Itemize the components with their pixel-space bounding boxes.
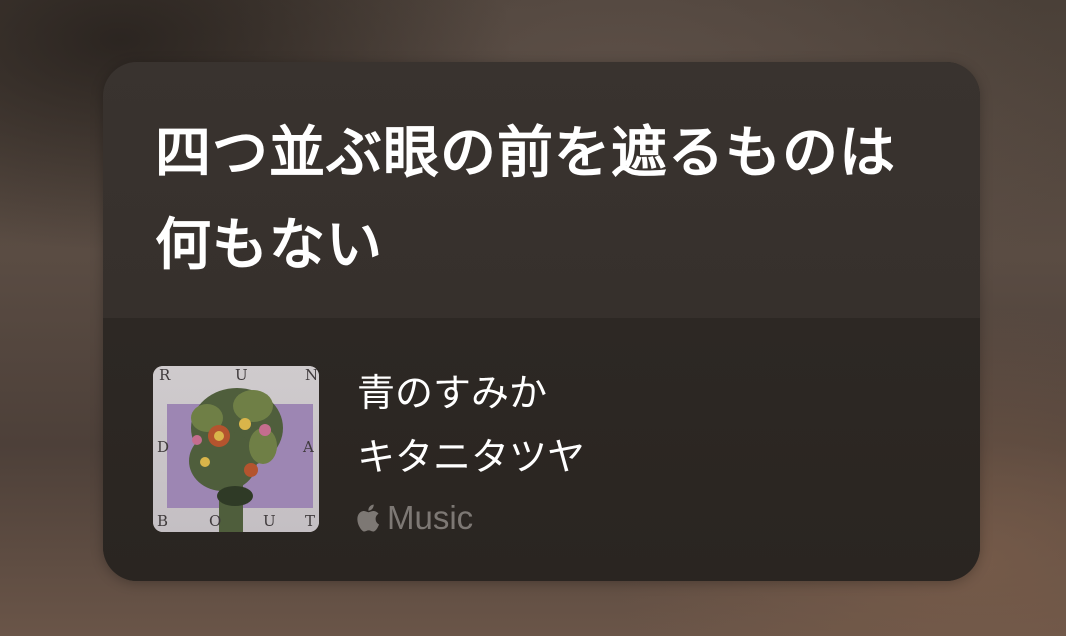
artwork-letter: T	[305, 512, 316, 530]
artwork-letter: R	[159, 366, 171, 384]
apple-music-badge[interactable]: Music	[355, 496, 473, 540]
lyric-text: 四つ並ぶ眼の前を遮るものは何もない	[155, 121, 896, 278]
artwork-letter: U	[263, 512, 276, 530]
artwork-letter: D	[157, 438, 170, 456]
album-artwork[interactable]: R U N D A B O U T	[153, 366, 319, 532]
song-artist[interactable]: キタニタツヤ	[357, 432, 585, 482]
siri-music-card[interactable]: 四つ並ぶ眼の前を遮るものは何もない R U N D A B O U T 青のすみ…	[103, 62, 980, 581]
album-artwork-lettering: R U N D A B O U T	[153, 366, 319, 532]
artwork-letter: A	[303, 438, 314, 456]
artwork-letter: B	[157, 512, 169, 530]
artwork-letter: N	[305, 366, 319, 384]
music-service-label: Music	[387, 499, 474, 536]
apple-logo-icon	[357, 504, 379, 532]
artwork-letter: O	[209, 512, 222, 530]
artwork-letter: U	[235, 366, 248, 384]
song-title[interactable]: 青のすみか	[357, 368, 547, 418]
